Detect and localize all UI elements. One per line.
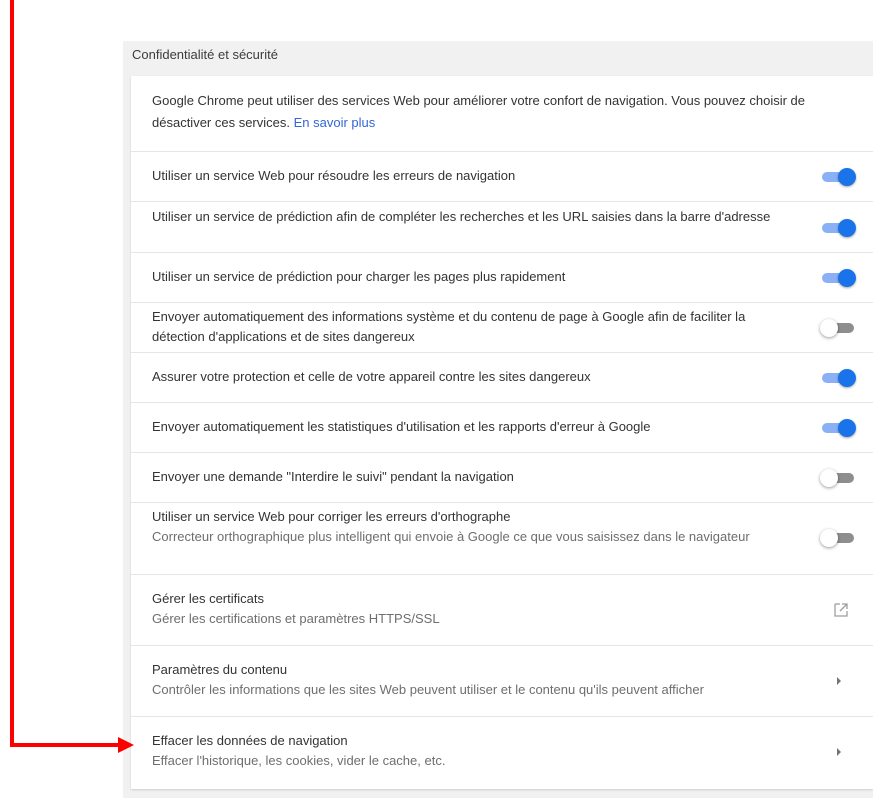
manage-certificates-row[interactable]: Gérer les certificats Gérer les certific… (131, 575, 873, 646)
row-description: Contrôler les informations que les sites… (152, 682, 704, 697)
toggle-label: Utiliser un service Web pour résoudre le… (152, 168, 516, 183)
toggle-row-navigation-errors[interactable]: Utiliser un service Web pour résoudre le… (131, 152, 873, 202)
intro-paragraph: Google Chrome peut utiliser des services… (152, 90, 855, 134)
toggle-switch[interactable] (820, 319, 856, 337)
intro-text: Google Chrome peut utiliser des services… (152, 93, 805, 130)
row-label: Gérer les certificats (152, 591, 264, 606)
row-description: Effacer l'historique, les cookies, vider… (152, 753, 446, 768)
external-link-icon[interactable] (833, 602, 849, 618)
row-label: Effacer les données de navigation (152, 733, 348, 748)
toggle-switch[interactable] (820, 469, 856, 487)
toggle-switch[interactable] (820, 269, 856, 287)
toggle-row-search-prediction[interactable]: Utiliser un service de prédiction afin d… (131, 202, 873, 253)
toggle-label: Utiliser un service de prédiction pour c… (152, 269, 566, 284)
toggle-row-system-info[interactable]: Envoyer automatiquement des informations… (131, 303, 873, 353)
row-label: Paramètres du contenu (152, 662, 288, 677)
learn-more-link[interactable]: En savoir plus (294, 115, 376, 130)
row-label-block: Effacer les données de navigation Efface… (152, 731, 793, 771)
settings-page: Confidentialité et sécurité Google Chrom… (0, 0, 873, 798)
toggle-switch[interactable] (820, 529, 856, 547)
intro-row: Google Chrome peut utiliser des services… (131, 76, 873, 152)
toggle-row-spellcheck[interactable]: Utiliser un service Web pour corriger le… (131, 503, 873, 575)
section-title: Confidentialité et sécurité (132, 47, 278, 62)
toggle-label: Utiliser un service de prédiction afin d… (152, 209, 771, 224)
arrow-right-icon[interactable] (835, 676, 843, 686)
toggle-row-page-prediction[interactable]: Utiliser un service de prédiction pour c… (131, 253, 873, 303)
row-label-block: Gérer les certificats Gérer les certific… (152, 589, 793, 629)
privacy-card: Google Chrome peut utiliser des services… (131, 76, 873, 789)
content-settings-row[interactable]: Paramètres du contenu Contrôler les info… (131, 646, 873, 717)
toggle-switch[interactable] (820, 219, 856, 237)
toggle-label: Envoyer automatiquement des informations… (152, 309, 746, 344)
toggle-label: Envoyer automatiquement les statistiques… (152, 419, 651, 434)
toggle-label: Envoyer une demande "Interdire le suivi"… (152, 469, 514, 484)
toggle-label-block: Utiliser un service Web pour corriger le… (152, 507, 793, 547)
arrow-right-icon[interactable] (835, 747, 843, 757)
toggle-label: Utiliser un service Web pour corriger le… (152, 509, 511, 524)
toggle-label: Assurer votre protection et celle de vot… (152, 369, 591, 384)
row-description: Gérer les certifications et paramètres H… (152, 611, 440, 626)
toggle-switch[interactable] (820, 369, 856, 387)
toggle-switch[interactable] (820, 168, 856, 186)
toggle-switch[interactable] (820, 419, 856, 437)
row-label-block: Paramètres du contenu Contrôler les info… (152, 660, 793, 700)
toggle-description: Correcteur orthographique plus intellige… (152, 529, 750, 544)
clear-browsing-data-row[interactable]: Effacer les données de navigation Efface… (131, 717, 873, 789)
toggle-row-safe-browsing[interactable]: Assurer votre protection et celle de vot… (131, 353, 873, 403)
toggle-row-do-not-track[interactable]: Envoyer une demande "Interdire le suivi"… (131, 453, 873, 503)
toggle-row-usage-stats[interactable]: Envoyer automatiquement les statistiques… (131, 403, 873, 453)
